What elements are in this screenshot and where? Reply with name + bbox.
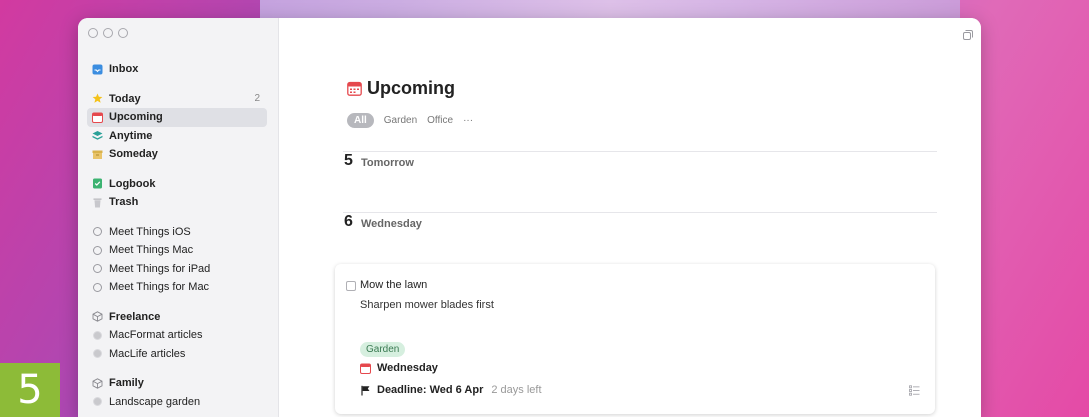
- sidebar-project[interactable]: MacFormat articles: [87, 326, 267, 345]
- filter-tag-office[interactable]: Office: [427, 115, 453, 126]
- day-section-wednesday: 6 Wednesday: [343, 212, 937, 230]
- filter-tag-garden[interactable]: Garden: [384, 115, 417, 126]
- area-cube-icon: [92, 378, 103, 389]
- sidebar-item-label: Inbox: [109, 63, 139, 76]
- task-notes-input[interactable]: Sharpen mower blades first: [360, 299, 494, 311]
- sidebar-area-family[interactable]: Family: [87, 374, 267, 393]
- checklist-icon[interactable]: [909, 383, 920, 401]
- deadline-label: Deadline: Wed 6 Apr: [377, 384, 484, 396]
- sidebar-item-someday[interactable]: Someday: [87, 145, 267, 164]
- filter-all[interactable]: All: [347, 113, 374, 128]
- star-icon: [92, 93, 103, 104]
- tag-filter-bar: All Garden Office ···: [347, 113, 483, 128]
- sidebar-item-label: Today: [109, 92, 141, 105]
- sidebar-project[interactable]: Landscape garden: [87, 393, 267, 412]
- sidebar-item-anytime[interactable]: Anytime: [87, 127, 267, 146]
- sidebar-project[interactable]: Meet Things Mac: [87, 241, 267, 260]
- new-window-icon[interactable]: [963, 27, 973, 45]
- project-progress-icon: [92, 396, 103, 407]
- sidebar-item-label: Trash: [109, 196, 139, 209]
- sidebar-project[interactable]: MacLife articles: [87, 345, 267, 364]
- area-cube-icon: [92, 311, 103, 322]
- sidebar-item-label: Upcoming: [109, 111, 163, 124]
- sidebar-item-label: Freelance: [109, 310, 161, 323]
- project-circle-icon: [92, 245, 103, 256]
- calendar-icon: [347, 81, 362, 96]
- close-window-button[interactable]: [88, 28, 98, 38]
- day-number: 5: [344, 152, 353, 169]
- task-card-expanded[interactable]: Mow the lawn Sharpen mower blades first …: [335, 264, 935, 414]
- more-filters-button[interactable]: ···: [463, 115, 473, 126]
- sidebar-item-label: MacFormat articles: [109, 329, 203, 342]
- project-circle-icon: [92, 226, 103, 237]
- sidebar-item-inbox[interactable]: Inbox: [87, 60, 267, 79]
- project-circle-icon: [92, 282, 103, 293]
- today-count-badge: 2: [254, 93, 260, 105]
- sidebar: Inbox Today 2 Upcoming Anytime Someday L…: [78, 18, 279, 417]
- page-title: Upcoming: [347, 78, 455, 99]
- zoom-window-button[interactable]: [118, 28, 128, 38]
- sidebar-item-logbook[interactable]: Logbook: [87, 175, 267, 194]
- day-number: 6: [344, 213, 353, 230]
- task-deadline[interactable]: Deadline: Wed 6 Apr 2 days left: [360, 384, 542, 396]
- inbox-icon: [92, 64, 103, 75]
- sidebar-project[interactable]: Meet Things iOS: [87, 223, 267, 242]
- archive-box-icon: [92, 149, 103, 160]
- sidebar-project[interactable]: Meet Things for Mac: [87, 278, 267, 297]
- calendar-icon: [360, 363, 371, 374]
- task-checkbox[interactable]: [346, 281, 356, 291]
- sidebar-item-upcoming[interactable]: Upcoming: [87, 108, 267, 127]
- window-controls: [88, 28, 128, 38]
- day-name: Wednesday: [361, 218, 422, 230]
- sidebar-item-label: Logbook: [109, 177, 156, 190]
- sidebar-item-label: Landscape garden: [109, 395, 201, 408]
- sidebar-item-label: Anytime: [109, 129, 153, 142]
- sidebar-item-label: Family: [109, 377, 144, 390]
- sidebar-nav: Inbox Today 2 Upcoming Anytime Someday L…: [87, 60, 267, 411]
- sidebar-item-label: Someday: [109, 148, 158, 161]
- project-progress-icon: [92, 330, 103, 341]
- sidebar-project[interactable]: Meet Things for iPad: [87, 260, 267, 279]
- task-when-date[interactable]: Wednesday: [360, 362, 438, 374]
- main-content: Upcoming All Garden Office ··· 5 Tomorro…: [279, 18, 981, 417]
- trash-icon: [92, 197, 103, 208]
- page-title-text: Upcoming: [367, 78, 455, 98]
- task-title-input[interactable]: Mow the lawn: [360, 279, 427, 291]
- day-section-tomorrow: 5 Tomorrow: [343, 151, 937, 169]
- minimize-window-button[interactable]: [103, 28, 113, 38]
- project-progress-icon: [92, 348, 103, 359]
- sidebar-item-label: Meet Things Mac: [109, 244, 194, 257]
- logbook-icon: [92, 178, 103, 189]
- day-name: Tomorrow: [361, 157, 414, 169]
- sidebar-item-label: Meet Things for iPad: [109, 262, 211, 275]
- calendar-icon: [92, 112, 103, 123]
- things-window: Inbox Today 2 Upcoming Anytime Someday L…: [78, 18, 981, 417]
- flag-icon: [360, 385, 371, 396]
- layers-icon: [92, 130, 103, 141]
- sidebar-item-label: Meet Things iOS: [109, 225, 191, 238]
- sidebar-item-label: Meet Things for Mac: [109, 281, 210, 294]
- sidebar-item-label: MacLife articles: [109, 347, 186, 360]
- step-number-badge: 5: [0, 363, 60, 417]
- sidebar-item-today[interactable]: Today 2: [87, 90, 267, 109]
- project-circle-icon: [92, 263, 103, 274]
- sidebar-item-trash[interactable]: Trash: [87, 193, 267, 212]
- sidebar-area-freelance[interactable]: Freelance: [87, 308, 267, 327]
- days-left-label: 2 days left: [491, 384, 542, 396]
- task-tag-garden[interactable]: Garden: [360, 342, 406, 357]
- task-when-label: Wednesday: [377, 362, 438, 374]
